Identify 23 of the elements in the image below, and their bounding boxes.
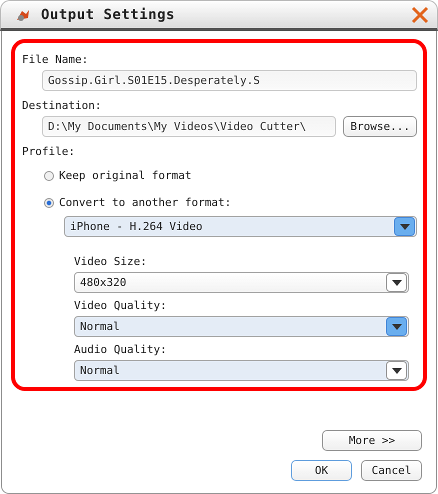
field-label: Audio Quality: <box>73 343 168 356</box>
field-label: Video Size: <box>73 255 148 268</box>
field-label: File Name: <box>22 53 90 66</box>
radio-button[interactable] <box>44 198 54 208</box>
field-label: Video Quality: <box>73 299 168 312</box>
field-label: Profile: <box>22 145 76 158</box>
dropdown[interactable]: Normal <box>74 316 409 337</box>
app-icon <box>15 8 31 22</box>
dropdown[interactable]: 480x320 <box>74 272 409 293</box>
input-field[interactable]: Gossip.Girl.S01E15.Desperately.S <box>42 70 417 91</box>
window-title: Output Settings <box>41 6 176 22</box>
close-icon[interactable] <box>411 6 429 24</box>
browse-button[interactable]: Browse... <box>343 116 417 137</box>
radio-button[interactable] <box>44 170 54 180</box>
input-field[interactable]: D:\My Documents\My Videos\Video Cutter\ <box>42 116 336 137</box>
dropdown[interactable]: Normal <box>74 360 409 381</box>
cancel-button[interactable]: Cancel <box>361 460 422 481</box>
field-label: Destination: <box>22 99 102 112</box>
ok-button[interactable]: OK <box>291 460 352 481</box>
more-button[interactable]: More >> <box>322 430 422 451</box>
radio-label: Convert to another format: <box>59 196 232 209</box>
dropdown[interactable]: iPhone - H.264 Video <box>64 216 417 237</box>
radio-label: Keep original format <box>59 169 192 182</box>
